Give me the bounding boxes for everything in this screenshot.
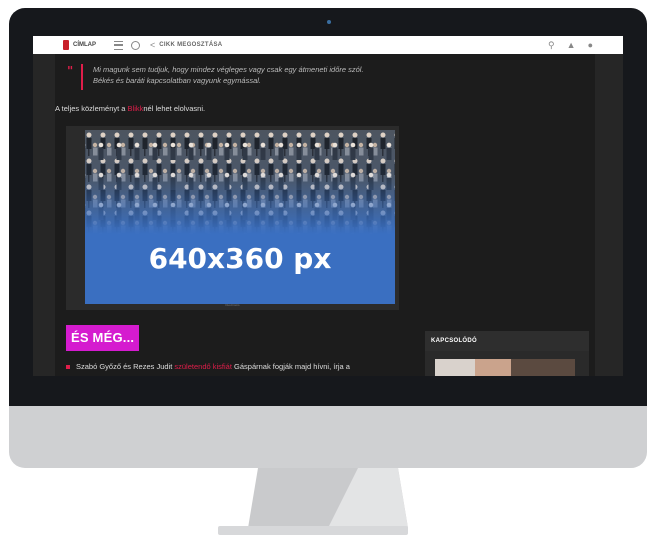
quote-mark-icon: " [67,64,74,78]
image-caption: Illusztráció [225,303,240,307]
monitor-chin [9,406,647,468]
intro-paragraph: A teljes közleményt a Blikknél lehet elo… [55,104,205,113]
crowd-photo [85,130,395,234]
bullet-icon [66,365,70,370]
bell-icon[interactable]: ▲ [567,40,576,50]
logo-icon[interactable] [63,40,69,50]
list-item-text-before: Szabó Győző és Rezes Judit [76,362,175,371]
list-item-link[interactable]: születendő kisfiát [174,362,232,371]
article-content: " Mi magunk sem tudjuk, hogy mindez végl… [55,54,403,376]
source-link[interactable]: Blikk [128,104,144,113]
camera-dot [327,20,331,24]
article-image-frame: 640x360 px Illusztráció [66,126,399,310]
intro-text-before: A teljes közleményt a [55,104,128,113]
related-thumbnail[interactable] [435,359,575,376]
user-icon[interactable]: ● [588,40,593,50]
search-icon[interactable]: ⚲ [548,40,555,51]
related-card[interactable] [425,351,589,376]
share-icon[interactable]: < [150,40,155,50]
monitor-stand [248,468,408,528]
image-placeholder[interactable]: 640x360 px [85,130,395,304]
menu-icon[interactable] [114,40,123,50]
share-article-link[interactable]: CIKK MEGOSZTÁSA [159,42,222,48]
monitor-base [218,526,408,535]
left-margin [33,54,55,376]
top-navigation-bar: CÍMLAP < CIKK MEGOSZTÁSA ⚲ ▲ ● [33,36,623,54]
quote-line-1: Mi magunk sem tudjuk, hogy mindez végleg… [93,65,364,74]
image-size-label: 640x360 px [148,242,332,275]
sidebar: KAPCSOLÓDÓ [413,54,593,376]
browser-screen: CÍMLAP < CIKK MEGOSZTÁSA ⚲ ▲ ● " Mi magu… [33,36,623,376]
topbar-actions: ⚲ ▲ ● [536,40,593,51]
list-item: Szabó Győző és Rezes Judit születendő ki… [66,361,406,372]
related-heading: KAPCSOLÓDÓ [425,331,589,351]
list-item-text-after: Gáspárnak fogják majd hívni, írja a [231,362,350,371]
quote-text: Mi magunk sem tudjuk, hogy mindez végleg… [93,64,393,86]
right-margin [595,54,623,376]
more-heading: ÉS MÉG... [66,325,140,351]
quote-bar [81,64,83,90]
quote-line-2: Békés és baráti kapcsolatban vagyunk egy… [93,76,262,85]
intro-text-after: nél lehet elolvasni. [143,104,206,113]
clock-icon[interactable] [131,40,140,50]
home-link[interactable]: CÍMLAP [73,42,96,48]
